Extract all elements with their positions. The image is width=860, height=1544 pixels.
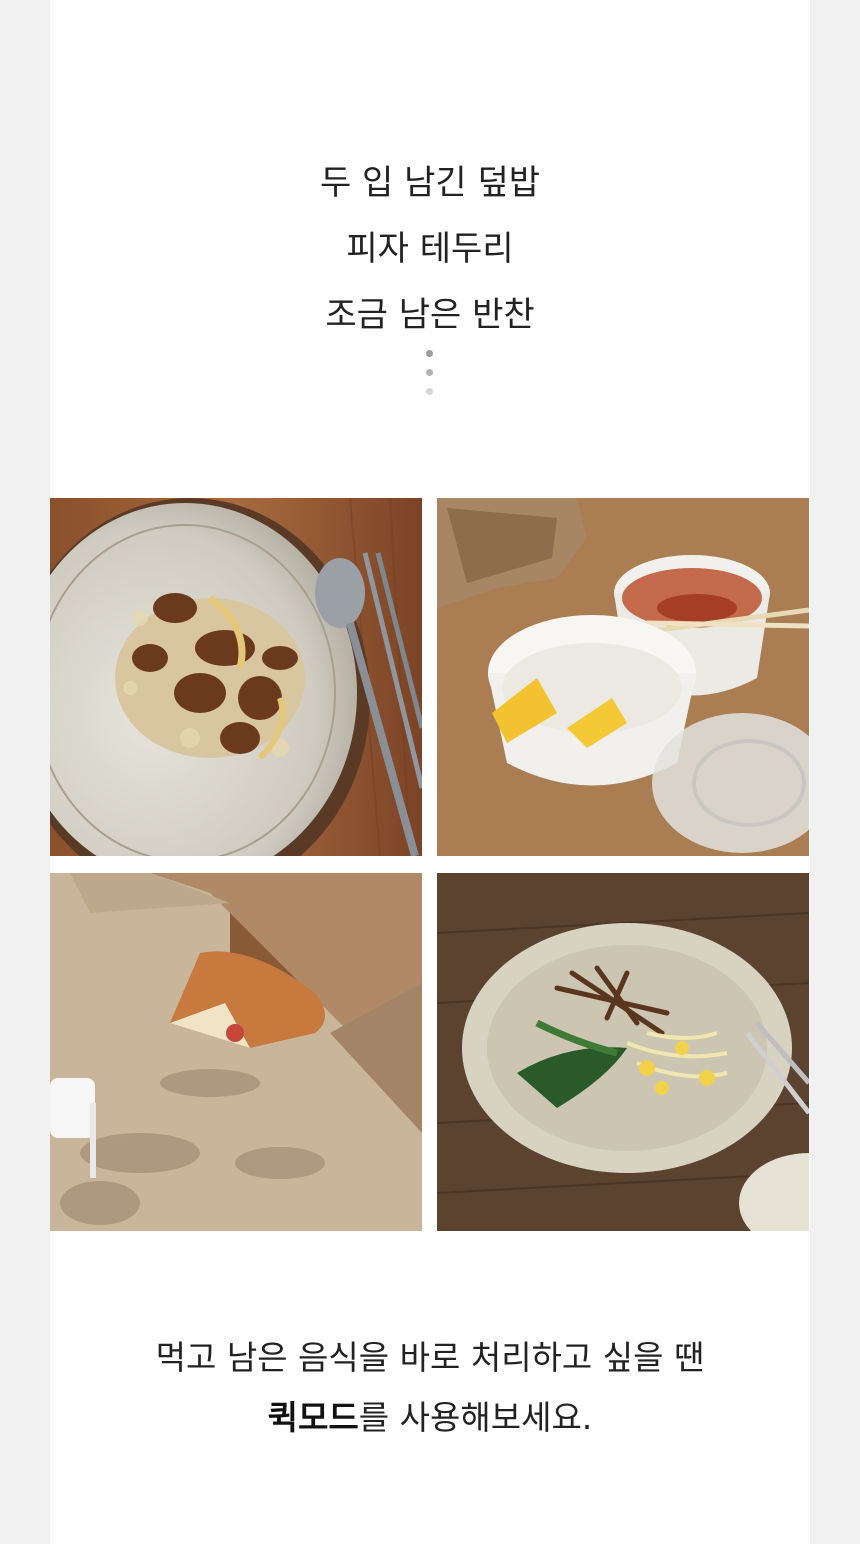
outro-text: 먹고 남은 음식을 바로 처리하고 싶을 땐 퀵모드를 사용해보세요. — [50, 1328, 810, 1448]
quick-mode-highlight: 퀵모드 — [267, 1398, 359, 1437]
intro-line-1: 두 입 남긴 덮밥 — [319, 163, 541, 203]
vertical-ellipsis-icon — [426, 350, 434, 407]
intro-line-2: 피자 테두리 — [346, 229, 514, 269]
content-card: 두 입 남긴 덮밥 피자 테두리 조금 남은 반찬 먹고 남은 음식을 바로 처… — [50, 0, 810, 1544]
leftover-namul-plate-photo — [437, 873, 809, 1231]
pizza-crust-box-photo — [50, 873, 422, 1231]
outro-line-1: 먹고 남은 음식을 바로 처리하고 싶을 땐 — [155, 1338, 705, 1377]
outro-line-2-rest: 를 사용해보세요. — [358, 1398, 593, 1437]
outro-line-2: 퀵모드를 사용해보세요. — [50, 1388, 810, 1448]
intro-text: 두 입 남긴 덮밥 피자 테두리 조금 남은 반찬 — [50, 150, 810, 348]
intro-line-3: 조금 남은 반찬 — [325, 295, 535, 335]
leftover-rice-bowl-photo — [50, 498, 422, 856]
leftover-side-dish-cups-photo — [437, 498, 809, 856]
